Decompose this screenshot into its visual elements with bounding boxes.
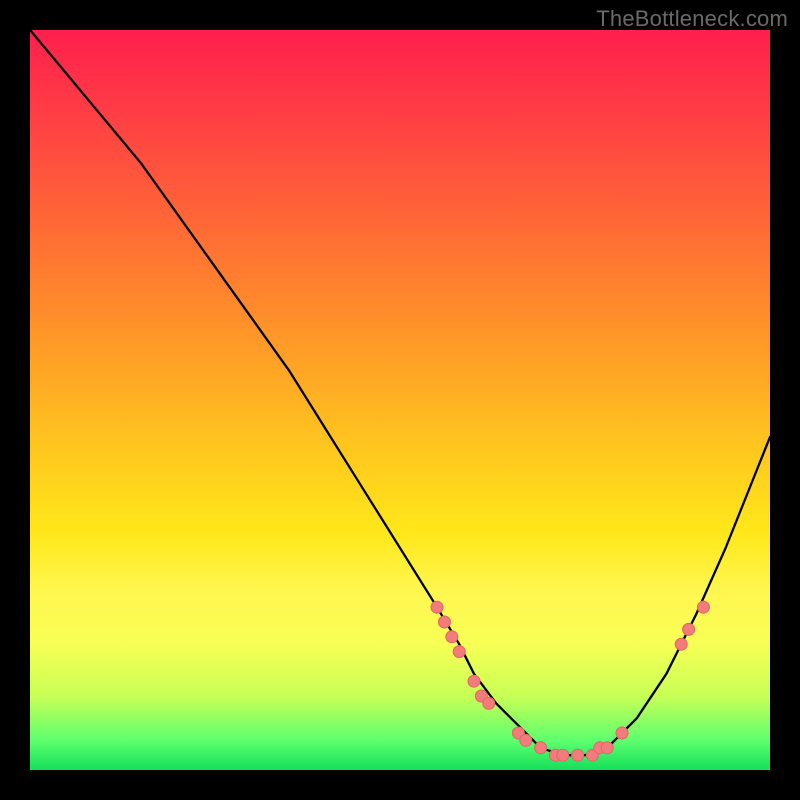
chart-frame: TheBottleneck.com — [0, 0, 800, 800]
bottleneck-curve — [30, 30, 770, 755]
data-point — [616, 727, 628, 739]
data-point — [675, 638, 687, 650]
data-point — [697, 601, 709, 613]
data-point — [431, 601, 443, 613]
data-point — [572, 749, 584, 761]
data-point — [446, 631, 458, 643]
data-point — [468, 675, 480, 687]
data-point — [601, 742, 613, 754]
data-point — [535, 742, 547, 754]
watermark-text: TheBottleneck.com — [596, 6, 788, 32]
curve-svg — [30, 30, 770, 770]
curve-markers — [431, 601, 709, 761]
data-point — [683, 623, 695, 635]
data-point — [438, 616, 450, 628]
data-point — [520, 734, 532, 746]
plot-area — [30, 30, 770, 770]
data-point — [453, 646, 465, 658]
data-point — [483, 697, 495, 709]
data-point — [557, 749, 569, 761]
